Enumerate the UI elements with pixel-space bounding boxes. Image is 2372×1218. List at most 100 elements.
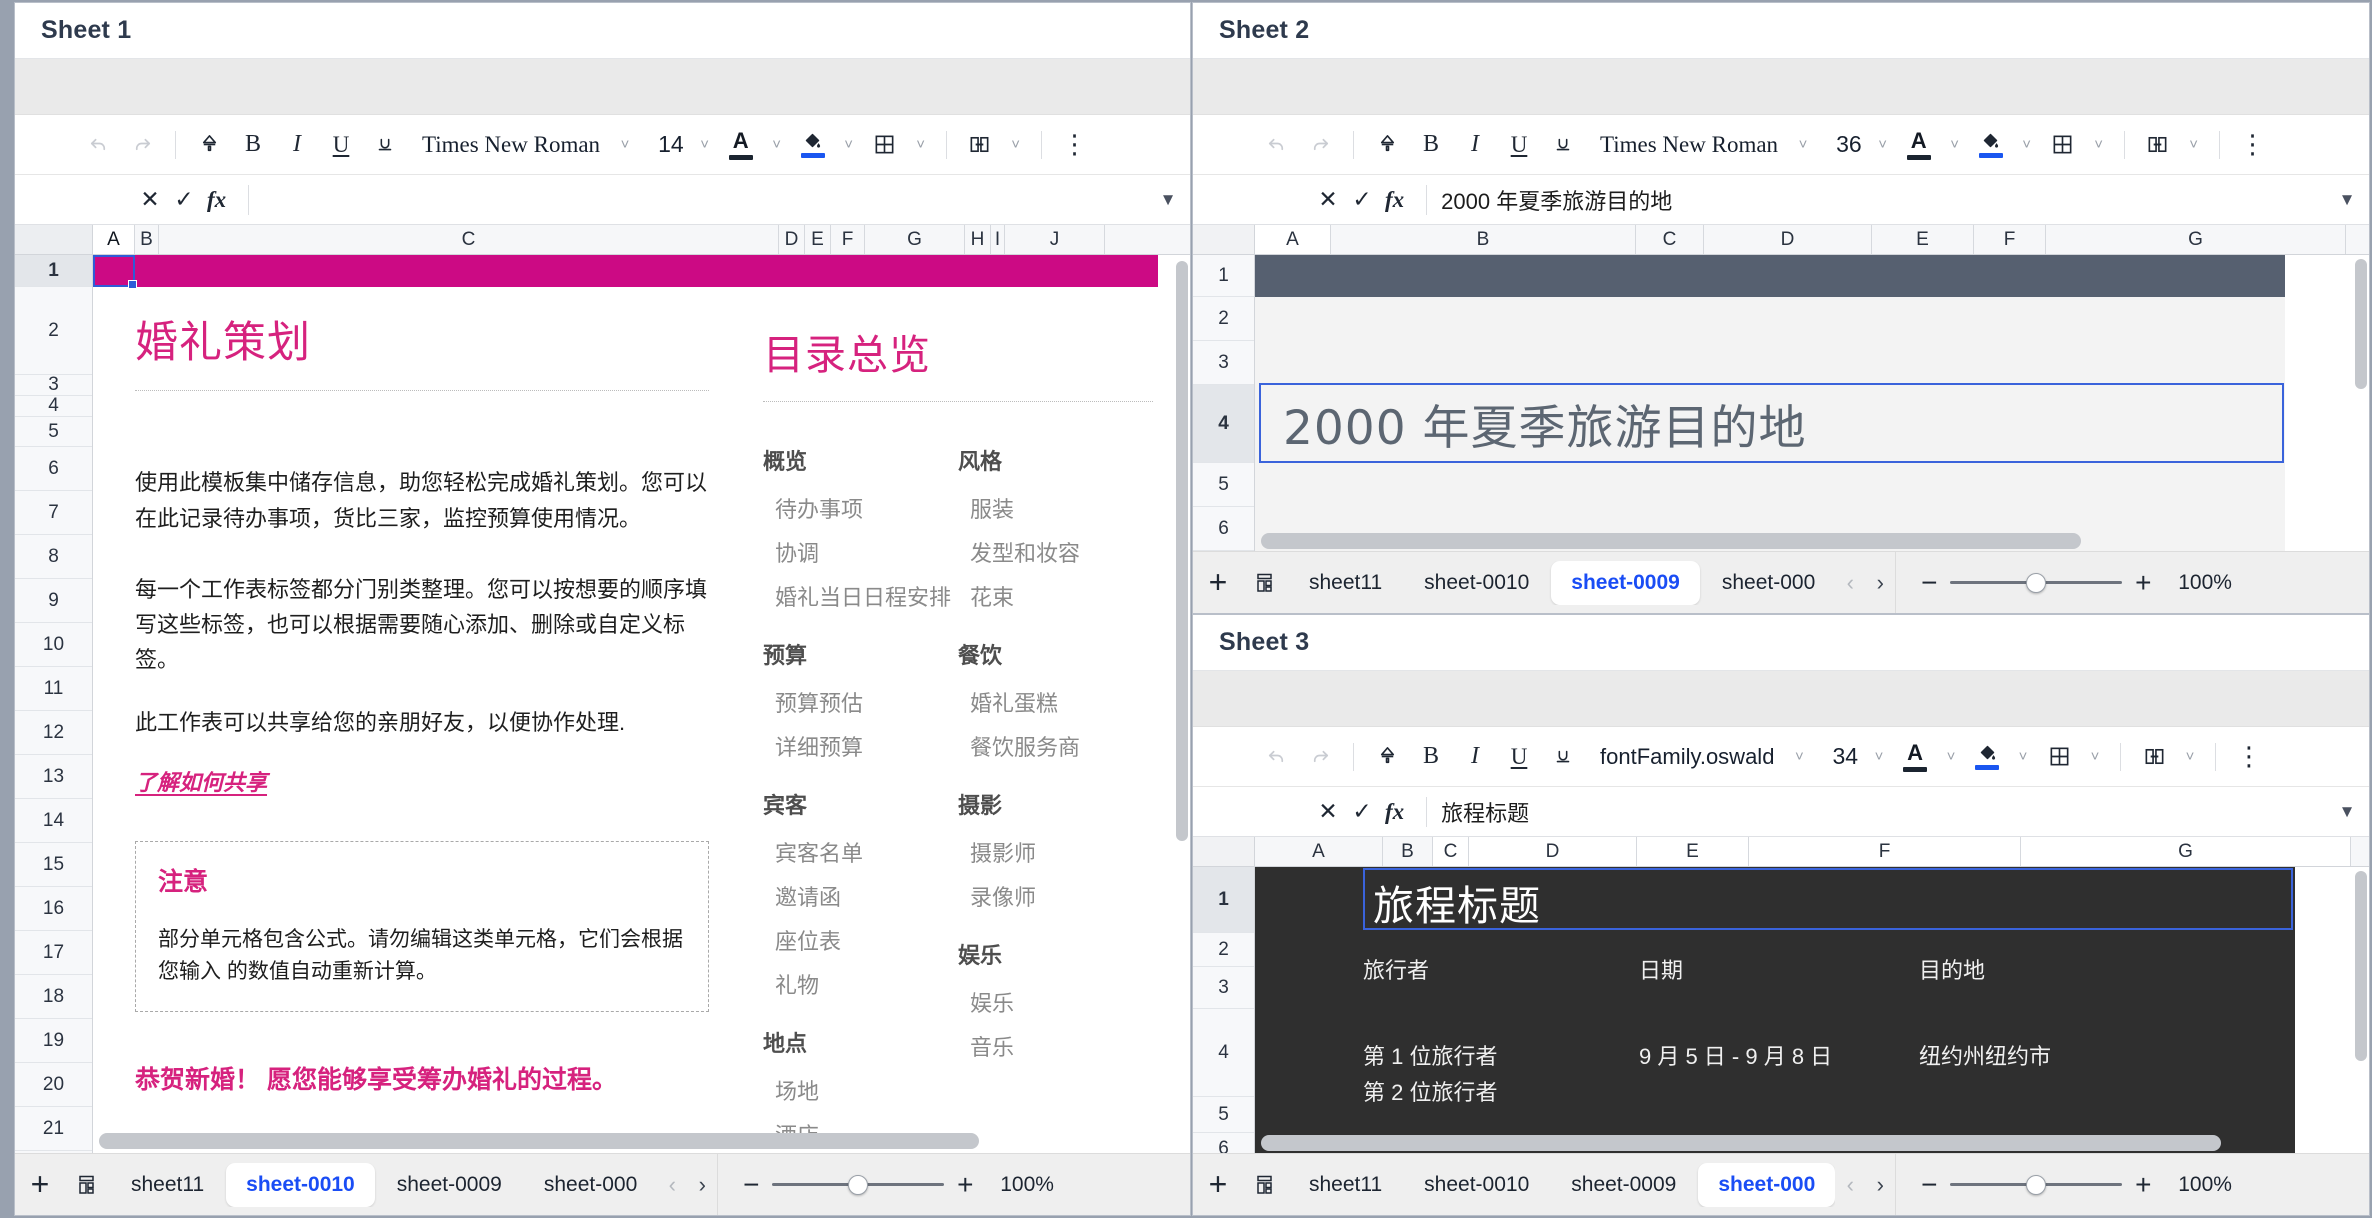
fill-color-icon[interactable]	[1970, 124, 2012, 166]
fill-color-icon[interactable]	[1966, 736, 2008, 778]
sheet-tab-sheet11[interactable]: sheet11	[1289, 561, 1402, 605]
redo-icon[interactable]	[1299, 736, 1341, 778]
toc-item[interactable]: 娱乐	[958, 980, 1153, 1024]
row-header-13[interactable]: 13	[15, 755, 92, 799]
borders-icon[interactable]	[2042, 124, 2084, 166]
tab-navigation-sheet1[interactable]: ‹ ›	[657, 1172, 717, 1198]
zoom-slider[interactable]	[772, 1174, 945, 1195]
font-size-value[interactable]: 36	[1818, 131, 1868, 158]
borders-icon[interactable]	[2038, 736, 2080, 778]
statusbar-sheet3[interactable]: + sheet11 sheet-0010 sheet-0009 sheet-00…	[1193, 1153, 2369, 1215]
merge-cells-chevron-down-icon[interactable]: ˅	[1003, 127, 1029, 163]
tab-next-icon[interactable]: ›	[1865, 1172, 1895, 1198]
merge-cells-chevron-down-icon[interactable]: ˅	[2177, 739, 2203, 775]
row-header-11[interactable]: 11	[15, 667, 92, 711]
column-header-G[interactable]: G	[2046, 225, 2346, 254]
column-header-D[interactable]: D	[1469, 837, 1637, 866]
horizontal-scrollbar-sheet1[interactable]	[99, 1133, 1160, 1149]
zoom-control-sheet2[interactable]: − + 100%	[1896, 567, 2254, 599]
tab-next-icon[interactable]: ›	[1865, 570, 1895, 596]
strikethrough-icon[interactable]	[1542, 124, 1584, 166]
row-header-3[interactable]: 3	[1193, 341, 1254, 385]
borders-icon[interactable]	[864, 124, 906, 166]
toc-item[interactable]: 邀请函	[763, 874, 958, 918]
toolbar-sheet1[interactable]: B I U Times New Roman ˅ 14 ˅ A ˅ ˅ ˅ ˅ ⋮	[15, 115, 1190, 175]
toc-item[interactable]: 婚礼当日日程安排	[763, 574, 958, 618]
formula-accept-icon[interactable]: ✓	[1345, 798, 1379, 825]
column-header-E[interactable]: E	[1637, 837, 1749, 866]
row-header-16[interactable]: 16	[15, 887, 92, 931]
bold-button[interactable]: B	[1410, 124, 1452, 166]
grid-sheet2[interactable]: A B C D E F G 1 2 3 4 5 6 7 8	[1193, 225, 2369, 551]
text-color-chevron-down-icon[interactable]: ˅	[1938, 739, 1964, 775]
select-all-corner[interactable]	[1193, 837, 1255, 866]
zoom-slider-knob[interactable]	[848, 1174, 869, 1195]
column-header-G[interactable]: G	[865, 225, 965, 254]
row-header-5[interactable]: 5	[15, 417, 92, 447]
column-header-A[interactable]: A	[1255, 837, 1383, 866]
row-header-5[interactable]: 5	[1193, 463, 1254, 507]
formula-function-icon[interactable]: fx	[201, 187, 234, 213]
add-sheet-button[interactable]: +	[1193, 1166, 1243, 1203]
column-header-J[interactable]: J	[1005, 225, 1105, 254]
selected-cell-A1[interactable]	[93, 255, 137, 289]
selected-cell-title[interactable]: 2000 年夏季旅游目的地	[1259, 383, 2284, 463]
font-size-value[interactable]: 14	[640, 131, 690, 158]
toc-item[interactable]: 场地	[763, 1068, 958, 1112]
vertical-scrollbar-sheet1[interactable]	[1176, 261, 1188, 1119]
font-family-chevron-down-icon[interactable]: ˅	[1786, 739, 1812, 775]
column-header-A[interactable]: A	[93, 225, 135, 254]
text-color-icon[interactable]: A	[1894, 736, 1936, 778]
undo-icon[interactable]	[1255, 736, 1297, 778]
row-header-3[interactable]: 3	[15, 374, 92, 396]
tab-prev-icon[interactable]: ‹	[657, 1172, 687, 1198]
row-header-14[interactable]: 14	[15, 799, 92, 843]
row-header-1[interactable]: 1	[1193, 255, 1254, 297]
all-sheets-icon[interactable]	[1243, 1173, 1289, 1197]
sheet-tab-sheet-000[interactable]: sheet-000	[524, 1163, 657, 1207]
borders-chevron-down-icon[interactable]: ˅	[2086, 127, 2112, 163]
row-header-1[interactable]: 1	[1193, 867, 1254, 933]
grid-sheet3[interactable]: A B C D E F G 1 2 3 4 5 6 7	[1193, 837, 2369, 1153]
sheet-tabs-sheet2[interactable]: sheet11 sheet-0010 sheet-0009 sheet-000	[1289, 560, 1835, 605]
column-header-B[interactable]: B	[135, 225, 159, 254]
tab-prev-icon[interactable]: ‹	[1835, 1172, 1865, 1198]
row-header-1[interactable]: 1	[15, 255, 92, 287]
zoom-control-sheet3[interactable]: − + 100%	[1896, 1169, 2254, 1201]
text-color-chevron-down-icon[interactable]: ˅	[1942, 127, 1968, 163]
more-options-icon[interactable]: ⋮	[1054, 124, 1096, 166]
sheet-tab-sheet-0009[interactable]: sheet-0009	[1551, 560, 1700, 605]
strikethrough-icon[interactable]	[364, 124, 406, 166]
redo-icon[interactable]	[121, 124, 163, 166]
column-header-B[interactable]: B	[1331, 225, 1636, 254]
add-sheet-button[interactable]: +	[15, 1166, 65, 1203]
zoom-in-button[interactable]: +	[2122, 567, 2164, 599]
formula-expand-icon[interactable]: ▼	[1146, 190, 1190, 210]
sheet-tab-sheet-0010[interactable]: sheet-0010	[1404, 561, 1549, 605]
merge-cells-icon[interactable]	[2137, 124, 2179, 166]
toc-item[interactable]: 摄影师	[958, 830, 1153, 874]
toc-item[interactable]: 音乐	[958, 1024, 1153, 1068]
all-sheets-icon[interactable]	[65, 1173, 111, 1197]
toolbar-sheet2[interactable]: B I U Times New Roman ˅ 36 ˅ A ˅ ˅ ˅ ˅ ⋮	[1193, 115, 2369, 175]
window-sheet3[interactable]: Sheet 3 B I U fontFamily.oswald ˅ 34 ˅ A…	[1192, 614, 2370, 1216]
font-family-chevron-down-icon[interactable]: ˅	[1790, 127, 1816, 163]
sheet-tabs-sheet3[interactable]: sheet11 sheet-0010 sheet-0009 sheet-000	[1289, 1162, 1836, 1207]
column-header-D[interactable]: D	[1704, 225, 1872, 254]
toc-item[interactable]: 预算预估	[763, 680, 958, 724]
sheet-tab-sheet-0009[interactable]: sheet-0009	[1551, 1163, 1696, 1207]
font-size-chevron-down-icon[interactable]: ˅	[1870, 127, 1896, 163]
cell-traveler-2[interactable]: 第 2 位旅行者	[1363, 1080, 1497, 1105]
strikethrough-icon[interactable]	[1542, 736, 1584, 778]
row-header-15[interactable]: 15	[15, 843, 92, 887]
formula-input[interactable]: 2000 年夏季旅游目的地	[1441, 184, 2325, 216]
column-header-D[interactable]: D	[779, 225, 805, 254]
row-header-17[interactable]: 17	[15, 931, 92, 975]
horizontal-scrollbar-sheet3[interactable]	[1261, 1135, 2343, 1151]
toc-item[interactable]: 花束	[958, 574, 1153, 618]
zoom-slider-knob[interactable]	[2026, 1174, 2047, 1195]
row-header-2[interactable]: 2	[1193, 297, 1254, 341]
grid-body-sheet3[interactable]: 1 2 3 4 5 6 7 旅程标题 旅行者 日期 目的地	[1193, 867, 2369, 1153]
more-options-icon[interactable]: ⋮	[2228, 736, 2270, 778]
zoom-out-button[interactable]: −	[1908, 1169, 1950, 1201]
